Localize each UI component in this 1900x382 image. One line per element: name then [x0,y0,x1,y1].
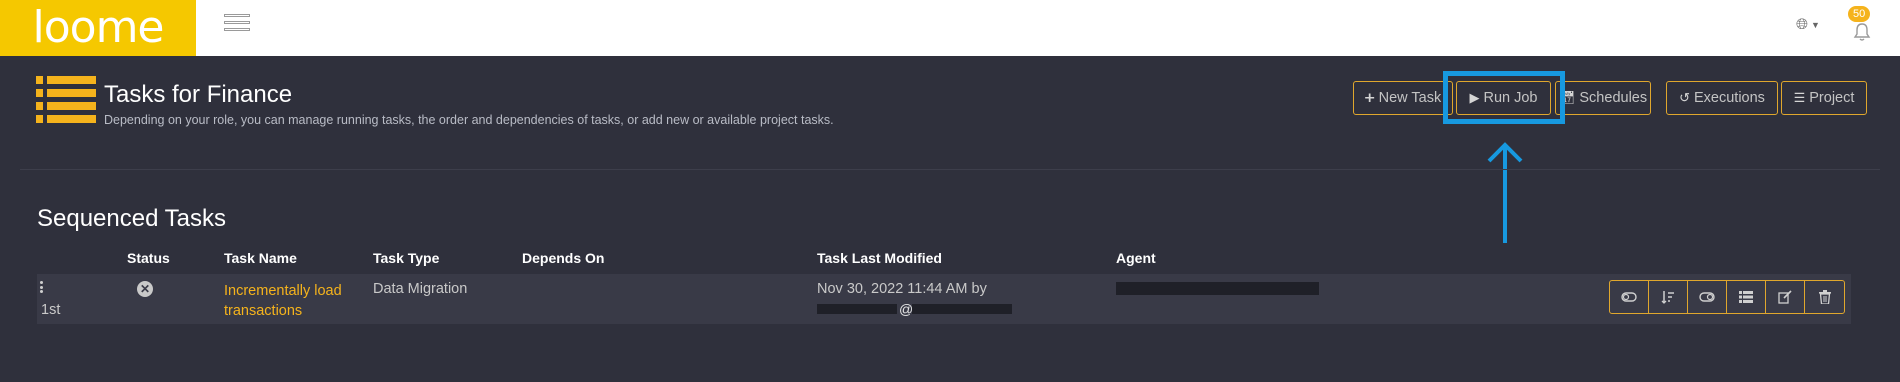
project-label: Project [1809,90,1855,106]
column-header-task-name[interactable]: Task Name [224,250,297,266]
divider [20,169,1880,170]
task-type: Data Migration [373,281,468,297]
toggle-icon[interactable] [1688,281,1727,313]
redacted-agent [1116,282,1319,295]
caret-down-icon: ▼ [1811,19,1820,30]
trash-icon[interactable] [1805,281,1844,313]
sort-icon[interactable] [1649,281,1688,313]
logo[interactable]: loome [0,0,196,56]
top-bar: loome 🌐︎ ▼ 50 [0,0,1900,56]
executions-label: Executions [1693,90,1765,106]
notification-count-badge: 50 [1848,6,1871,22]
project-button[interactable]: ☰ Project [1781,81,1867,115]
page-subtitle: Depending on your role, you can manage r… [104,113,834,127]
row-actions [1609,280,1845,314]
times-circle-icon: ✕ [137,281,153,297]
column-header-last-modified[interactable]: Task Last Modified [817,250,942,266]
history-icon: ↺ [1679,90,1690,105]
page-title: Tasks for Finance [104,81,293,108]
schedules-button[interactable]: 📅︎ Schedules [1555,81,1651,115]
column-header-depends-on[interactable]: Depends On [522,250,604,266]
column-header-status[interactable]: Status [127,250,170,266]
list-icon [36,76,96,124]
column-header-agent[interactable]: Agent [1116,250,1156,266]
schedules-label: Schedules [1579,90,1648,106]
hamburger-icon[interactable] [224,14,250,34]
task-last-modified: Nov 30, 2022 11:44 AM by [817,281,987,297]
new-task-label: New Task [1378,90,1442,106]
task-name-link[interactable]: Incrementally load transactions [224,281,364,321]
annotation-arrow-icon [1487,142,1523,243]
new-task-button[interactable]: ➕︎ New Task [1353,81,1453,115]
drag-handle-icon[interactable] [40,281,46,295]
task-order: 1st [41,302,61,318]
column-header-task-type[interactable]: Task Type [373,250,439,266]
executions-button[interactable]: ↺ Executions [1666,81,1778,115]
run-job-highlight-box [1443,71,1565,124]
section-title: Sequenced Tasks [37,205,227,232]
language-dropdown[interactable]: 🌐︎ ▼ [1796,16,1820,33]
plus-icon: ➕︎ [1364,90,1375,105]
redacted-username [817,304,897,314]
list-icon[interactable] [1727,281,1766,313]
redacted-domain [912,304,1012,314]
bars-icon: ☰ [1793,90,1806,105]
toggle-icon[interactable] [1610,281,1649,313]
bell-icon [1853,23,1871,41]
logo-text: loome [32,2,165,53]
globe-icon: 🌐︎ [1796,16,1809,33]
edit-icon[interactable] [1766,281,1805,313]
